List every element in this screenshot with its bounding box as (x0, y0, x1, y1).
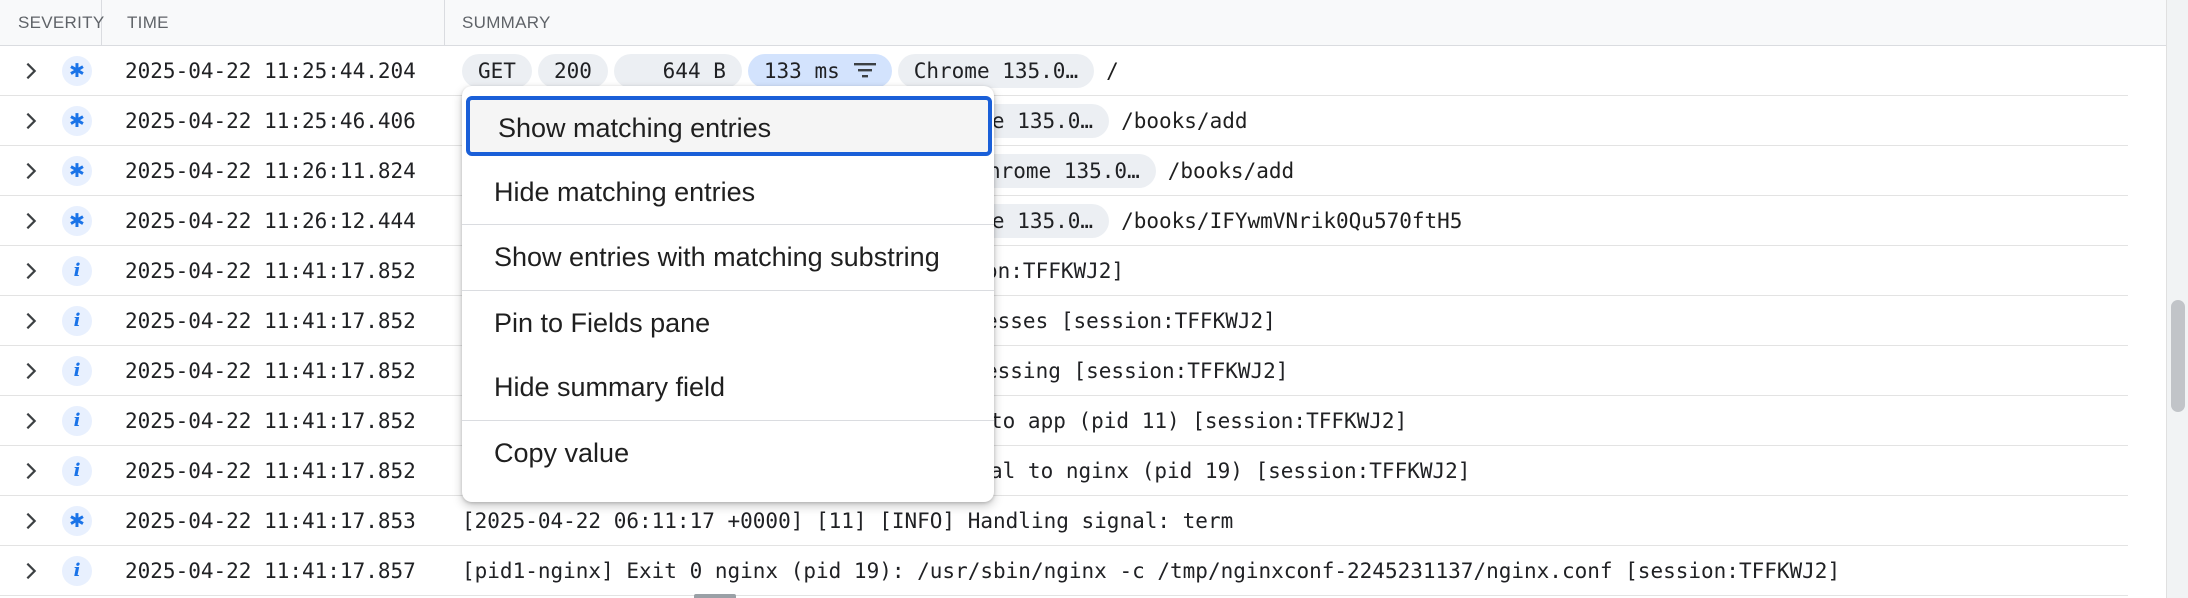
timestamp: 2025-04-22 11:41:17.852 (125, 459, 416, 483)
chevron-right-icon[interactable] (20, 410, 42, 432)
asterisk-icon: ✱ (62, 506, 92, 536)
log-table-header: SEVERITY TIME SUMMARY (0, 0, 2166, 46)
filter-lines-icon (853, 63, 876, 78)
asterisk-icon: ✱ (62, 56, 92, 86)
timestamp: 2025-04-22 11:41:17.857 (125, 559, 416, 583)
summary-chips: rome 135.0…/books/add (950, 96, 1248, 146)
menu-item-hide-summary-field[interactable]: Hide summary field (462, 355, 994, 419)
vertical-scrollbar[interactable] (2166, 0, 2188, 598)
info-icon: i (62, 306, 92, 336)
summary-text: [pid1-nginx] Exit 0 nginx (pid 19): /usr… (462, 559, 1841, 583)
request-path: / (1106, 59, 1119, 83)
summary-column-header[interactable]: SUMMARY (446, 0, 551, 45)
table-row[interactable]: ✱ 2025-04-22 11:25:44.204 GET 200 644 B 133… (0, 46, 2128, 96)
summary-text: essing [session:TFFKWJ2] (985, 359, 1289, 383)
scrollbar-thumb[interactable] (2171, 300, 2185, 412)
summary-text: esses [session:TFFKWJ2] (985, 309, 1276, 333)
timestamp: 2025-04-22 11:41:17.852 (125, 409, 416, 433)
chevron-right-icon[interactable] (20, 560, 42, 582)
request-path: /books/add (1167, 159, 1295, 183)
table-row[interactable]: i 2025-04-22 11:41:17.852 essing [sessio… (0, 346, 2128, 396)
timestamp: 2025-04-22 11:41:17.853 (125, 509, 416, 533)
chevron-right-icon[interactable] (20, 360, 42, 382)
user-agent-chip[interactable]: hrome 135.0… (980, 154, 1156, 188)
table-row[interactable]: ✱ 2025-04-22 11:41:17.853 [2025-04-22 06… (0, 496, 2128, 546)
table-row[interactable]: i 2025-04-22 11:41:17.852 on:TFFKWJ2] (0, 246, 2128, 296)
table-row[interactable]: ✱ 2025-04-22 11:26:11.824 hrome 135.0… /b… (0, 146, 2128, 196)
table-row[interactable]: i 2025-04-22 11:41:17.852 al to nginx (p… (0, 446, 2128, 496)
timestamp: 2025-04-22 11:25:46.406 (125, 109, 416, 133)
asterisk-icon: ✱ (62, 206, 92, 236)
table-row[interactable]: ✱ 2025-04-22 11:26:12.444 rome 135.0…/bo… (0, 196, 2128, 246)
request-path: /books/add (1121, 109, 1248, 133)
timestamp: 2025-04-22 11:41:17.852 (125, 309, 416, 333)
chevron-right-icon[interactable] (20, 460, 42, 482)
timestamp: 2025-04-22 11:25:44.204 (125, 59, 416, 83)
summary-text: to app (pid 11) [session:TFFKWJ2] (990, 409, 1408, 433)
user-agent-chip[interactable]: Chrome 135.0… (897, 54, 1095, 88)
resize-handle[interactable] (694, 594, 736, 598)
context-menu: Show matching entries Hide matching entr… (462, 86, 994, 502)
method-chip[interactable]: GET (462, 54, 532, 88)
timestamp: 2025-04-22 11:41:17.852 (125, 259, 416, 283)
timestamp: 2025-04-22 11:26:12.444 (125, 209, 416, 233)
chevron-right-icon[interactable] (20, 60, 42, 82)
chevron-right-icon[interactable] (20, 110, 42, 132)
info-icon: i (62, 256, 92, 286)
chevron-right-icon[interactable] (20, 260, 42, 282)
summary-text: [2025-04-22 06:11:17 +0000] [11] [INFO] … (462, 509, 1234, 533)
latency-value: 133 ms (763, 59, 840, 83)
menu-item-hide-matching-entries[interactable]: Hide matching entries (462, 160, 994, 224)
chevron-right-icon[interactable] (20, 310, 42, 332)
summary-text: al to nginx (pid 19) [session:TFFKWJ2] (990, 459, 1471, 483)
asterisk-icon: ✱ (62, 106, 92, 136)
status-chip[interactable]: 200 (537, 54, 608, 88)
summary-chips: hrome 135.0… /books/add (980, 146, 1294, 196)
table-row[interactable]: i 2025-04-22 11:41:17.857 [pid1-nginx] E… (0, 546, 2128, 596)
summary-text: on:TFFKWJ2] (985, 259, 1125, 283)
chevron-right-icon[interactable] (20, 160, 42, 182)
severity-column-header[interactable]: SEVERITY (0, 0, 104, 45)
table-row[interactable]: ✱ 2025-04-22 11:25:46.406 rome 135.0…/bo… (0, 96, 2128, 146)
menu-item-pin-to-fields-pane[interactable]: Pin to Fields pane (462, 291, 994, 355)
timestamp: 2025-04-22 11:41:17.852 (125, 359, 416, 383)
timestamp: 2025-04-22 11:26:11.824 (125, 159, 416, 183)
asterisk-icon: ✱ (62, 156, 92, 186)
request-path: /books/IFYwmVNrik0Qu570ftH5 (1121, 209, 1463, 233)
chevron-right-icon[interactable] (20, 210, 42, 232)
chevron-right-icon[interactable] (20, 510, 42, 532)
menu-item-show-entries-with-matching-substring[interactable]: Show entries with matching substring (462, 225, 994, 289)
info-icon: i (62, 406, 92, 436)
info-icon: i (62, 556, 92, 586)
table-row[interactable]: i 2025-04-22 11:41:17.852 to app (pid 11… (0, 396, 2128, 446)
latency-chip[interactable]: 133 ms (747, 54, 892, 88)
menu-item-copy-value[interactable]: Copy value (462, 421, 994, 485)
info-icon: i (62, 356, 92, 386)
time-column-header[interactable]: TIME (103, 0, 445, 45)
table-row[interactable]: i 2025-04-22 11:41:17.852 esses [session… (0, 296, 2128, 346)
menu-item-show-matching-entries[interactable]: Show matching entries (466, 96, 992, 156)
size-chip[interactable]: 644 B (613, 54, 742, 88)
summary-chips: rome 135.0…/books/IFYwmVNrik0Qu570ftH5 (950, 196, 1462, 246)
info-icon: i (62, 456, 92, 486)
